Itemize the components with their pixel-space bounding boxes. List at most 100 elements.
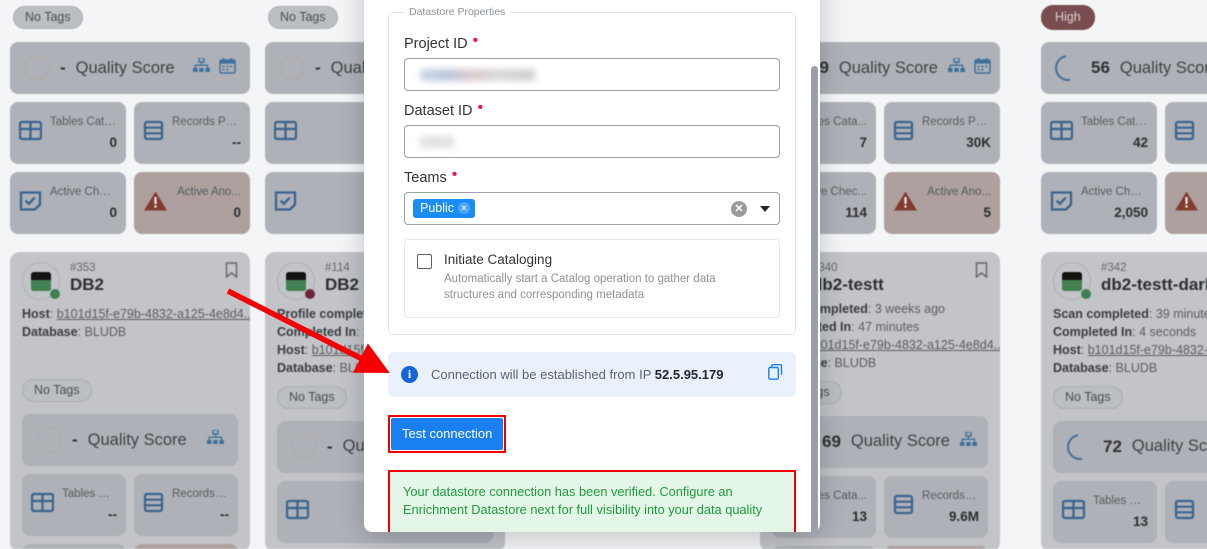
stat-label: Tables Cata... bbox=[1081, 116, 1148, 128]
stat-tables-cataloged[interactable]: Tables Cata... 0 bbox=[10, 102, 126, 164]
stat-tables-cataloged[interactable]: Tables Cata... -- bbox=[22, 474, 126, 537]
project-id-input[interactable] bbox=[404, 58, 780, 91]
quality-score-value: - bbox=[60, 58, 66, 77]
meta-value: BLUDB bbox=[834, 356, 877, 371]
tag-pill[interactable]: No Tags bbox=[22, 379, 92, 403]
tag-pill[interactable]: No Tags bbox=[13, 6, 83, 29]
tag-pill[interactable]: No Tags bbox=[1053, 385, 1123, 409]
stat-label: Active Ano... bbox=[177, 186, 241, 198]
quality-donut-icon bbox=[279, 55, 305, 81]
stat-active-checks[interactable] bbox=[772, 545, 876, 549]
quality-score-value: 69 bbox=[822, 431, 841, 451]
stat-records-profiled[interactable]: Rec bbox=[1165, 480, 1207, 543]
quality-donut-icon bbox=[1049, 49, 1087, 87]
stat-records-profiled[interactable]: Records Pro... -- bbox=[134, 102, 250, 164]
quality-donut-icon bbox=[36, 427, 62, 454]
team-chip-label: Public bbox=[420, 201, 455, 215]
meta-value[interactable]: b101d15f-e79b-4832-a125-4e8d4... bbox=[807, 338, 1000, 352]
quality-score-box: - Quality Score bbox=[10, 42, 250, 94]
stat-active-anomalies[interactable]: Active Ano... 0 bbox=[134, 172, 250, 234]
initiate-cataloging-option[interactable]: Initiate Cataloging Automatically start … bbox=[404, 239, 780, 318]
sitemap-icon[interactable] bbox=[193, 57, 210, 78]
meta-key: Host bbox=[1053, 343, 1081, 358]
copy-icon[interactable] bbox=[768, 363, 783, 385]
quality-score-box: 56 Quality Score bbox=[1041, 42, 1207, 94]
bookmark-icon[interactable] bbox=[225, 262, 238, 283]
datastore-card[interactable]: #342 db2-testt-dark Scan completed: 39 m… bbox=[1041, 252, 1207, 549]
stat-value: 0 bbox=[109, 205, 117, 220]
status-dot bbox=[305, 289, 315, 299]
dialog-scrollbar[interactable] bbox=[811, 66, 818, 532]
sitemap-icon[interactable] bbox=[959, 430, 977, 452]
dataset-id-input[interactable] bbox=[404, 125, 780, 158]
stat-active-checks[interactable]: Active Chec... 2,050 bbox=[1041, 172, 1157, 234]
calendar-icon[interactable] bbox=[219, 57, 236, 79]
tag-pill[interactable]: No Tags bbox=[277, 385, 347, 409]
tag-pill[interactable]: No Tags bbox=[268, 6, 338, 29]
label-text: Project ID bbox=[404, 36, 468, 52]
records-icon bbox=[143, 120, 164, 146]
bookmark-icon[interactable] bbox=[975, 262, 988, 283]
meta-key: Completed In bbox=[1053, 325, 1133, 340]
sitemap-icon[interactable] bbox=[207, 429, 224, 450]
warning-icon bbox=[1174, 190, 1199, 217]
quality-score-label: Quality Score bbox=[838, 58, 938, 77]
stat-active-checks[interactable]: Active Chec... 0 bbox=[10, 172, 126, 234]
option-title: Initiate Cataloging bbox=[444, 252, 553, 267]
meta-value[interactable]: b101d15f-e79b-4832-a12 bbox=[1088, 343, 1207, 357]
stat-records-profiled[interactable]: Records Pro... 9.6M bbox=[884, 475, 988, 538]
stat-value: 0 bbox=[109, 135, 117, 150]
meta-key: Database bbox=[277, 361, 333, 376]
stat-active-anomalies[interactable] bbox=[884, 545, 988, 549]
initiate-cataloging-checkbox[interactable] bbox=[417, 254, 432, 269]
stat-active-anomalies[interactable]: Active Ano... 5 bbox=[884, 172, 1000, 234]
quality-score-value: 56 bbox=[1091, 58, 1110, 77]
check-icon bbox=[1050, 189, 1073, 217]
stat-value: -- bbox=[220, 507, 229, 523]
sitemap-icon[interactable] bbox=[947, 57, 965, 78]
stat-active-anomalies[interactable]: Act bbox=[1165, 172, 1207, 234]
team-chip[interactable]: Public ✕ bbox=[413, 199, 476, 218]
status-badge[interactable]: High bbox=[1041, 5, 1095, 30]
meta-value[interactable]: b101d15f-e79b-4832-a125-4e8d4... bbox=[57, 307, 250, 321]
datastore-card[interactable]: #353 DB2 Host: b101d15f-e79b-4832-a125-4… bbox=[10, 252, 250, 549]
redacted-value bbox=[420, 135, 454, 148]
tag-pill-wrap: No Tags bbox=[268, 6, 338, 29]
teams-multiselect[interactable]: Public ✕ ✕ bbox=[404, 192, 780, 225]
datastore-card[interactable]: 56 Quality Score Tables Cata... 42 bbox=[1041, 42, 1207, 234]
card-meta: Scan completed: 39 minutes a Completed I… bbox=[1053, 305, 1207, 378]
calendar-icon[interactable] bbox=[974, 57, 991, 79]
records-icon bbox=[893, 494, 914, 520]
stat-records-profiled[interactable]: Records Pro... 30K bbox=[884, 102, 1000, 164]
quality-score-label: Quality Score bbox=[1119, 58, 1207, 77]
clear-all-icon[interactable]: ✕ bbox=[731, 200, 747, 217]
meta-value: BLUDB bbox=[84, 325, 127, 340]
label-text: Dataset ID bbox=[404, 103, 473, 119]
stat-value: -- bbox=[108, 507, 117, 523]
stat-tables-cataloged[interactable]: Tables Cata... 13 bbox=[1053, 480, 1157, 543]
stat-records-profiled[interactable]: Records Pro... -- bbox=[134, 474, 238, 537]
datastore-card[interactable]: - Quality Score Tables Cata... 0 Records… bbox=[10, 42, 250, 234]
meta-value: 39 minutes a bbox=[1155, 307, 1207, 321]
test-connection-button[interactable]: Test connection bbox=[391, 417, 504, 450]
check-icon bbox=[19, 189, 42, 217]
card-column-4: High 56 Quality Score Tables Cata... 42 bbox=[1041, 0, 1207, 549]
remove-chip-icon[interactable]: ✕ bbox=[458, 202, 471, 214]
stat-tables-cataloged[interactable]: Tables Cata... 42 bbox=[1041, 102, 1157, 164]
connection-ip: 52.5.95.179 bbox=[654, 366, 724, 382]
stat-label: Active Chec... bbox=[50, 186, 117, 198]
stat-label: Rec bbox=[1203, 506, 1207, 518]
label-text: Teams bbox=[404, 170, 447, 186]
chevron-down-icon[interactable] bbox=[760, 205, 770, 212]
records-icon bbox=[143, 492, 164, 518]
stat-active-anomalies[interactable] bbox=[134, 544, 238, 549]
quality-donut-icon bbox=[1061, 428, 1099, 465]
required-marker: • bbox=[472, 32, 479, 49]
table-icon bbox=[30, 492, 55, 518]
app-root: No Tags - Quality Score Tables Cata... 0… bbox=[0, 0, 1207, 549]
card-meta: Host: b101d15f-e79b-4832-a125-4e8d4... D… bbox=[22, 305, 250, 341]
db2-logo-icon bbox=[277, 262, 315, 300]
meta-key: Scan completed bbox=[1053, 307, 1149, 321]
stat-active-checks[interactable] bbox=[22, 544, 126, 549]
stat-records-profiled[interactable]: Rec bbox=[1165, 102, 1207, 164]
